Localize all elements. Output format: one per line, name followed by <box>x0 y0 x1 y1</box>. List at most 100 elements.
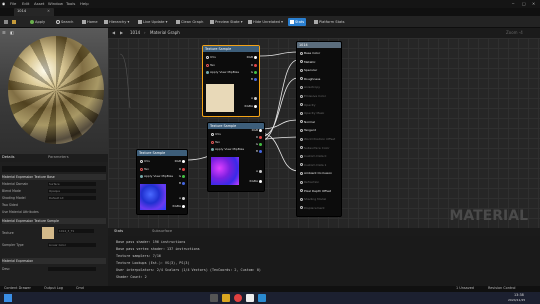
a-out-pin[interactable]: A <box>251 96 257 100</box>
browser-icon[interactable] <box>234 294 242 302</box>
clock-date[interactable]: 2024/11/25 <box>508 298 525 302</box>
clean-graph-button[interactable]: Clean Graph <box>176 18 203 26</box>
hierarchy-button[interactable]: Hierarchy ▾ <box>104 18 129 26</box>
output-log-button[interactable]: Output Log <box>44 286 63 290</box>
material-input-pin[interactable]: Base Color <box>300 51 320 55</box>
material-input-pin[interactable]: Pixel Depth Offset <box>300 189 331 193</box>
b-out-pin[interactable]: B <box>179 181 185 185</box>
material-input-pin[interactable]: Subsurface Color <box>300 146 330 150</box>
material-input-pin[interactable]: Displacement <box>300 206 325 210</box>
search-button[interactable]: Search <box>56 18 73 26</box>
texture-sample-node[interactable]: Texture Sample UVs Tex Apply View MipBia… <box>202 45 260 117</box>
sampler-select[interactable]: Linear Color <box>48 243 96 247</box>
home-button[interactable]: Home <box>82 18 98 26</box>
folder-icon[interactable] <box>222 294 230 302</box>
unreal-logo-icon[interactable]: ◉ <box>2 1 5 6</box>
material-input-pin[interactable]: Normal <box>300 120 315 124</box>
material-output-node[interactable]: 1014 Base Color Metallic Specular Roughn… <box>296 41 342 217</box>
forward-icon[interactable]: ▶ <box>120 30 123 35</box>
desc-field[interactable] <box>48 267 96 271</box>
rgba-out-pin[interactable]: RGBA <box>250 179 262 183</box>
material-input-pin[interactable]: Emissive Color <box>300 94 326 98</box>
mip-pin[interactable]: Apply View MipBias <box>211 147 244 151</box>
material-input-pin[interactable]: Roughness <box>300 77 320 81</box>
details-section-texture[interactable]: Material Expression Texture Sample <box>2 218 106 224</box>
platform-stats-button[interactable]: Platform Stats <box>314 18 344 26</box>
minimize-icon[interactable]: ─ <box>512 1 514 6</box>
menu-help[interactable]: Help <box>80 1 89 6</box>
material-input-pin[interactable]: World Position Offset <box>300 137 335 141</box>
a-out-pin[interactable]: A <box>256 169 262 173</box>
a-out-pin[interactable]: A <box>179 196 185 200</box>
tex-pin[interactable]: Tex <box>206 63 215 67</box>
material-input-pin[interactable]: Opacity Mask <box>300 111 324 115</box>
menu-edit[interactable]: Edit <box>22 1 29 6</box>
details-search-input[interactable] <box>2 166 106 172</box>
hide-unrelated-button[interactable]: Hide Unrelated ▾ <box>248 18 283 26</box>
rgba-out-pin[interactable]: RGBA <box>245 104 257 108</box>
windows-start-icon[interactable] <box>4 294 12 302</box>
unreal-taskbar-icon[interactable] <box>246 294 254 302</box>
graph-asset-name[interactable]: 1014 <box>130 30 140 35</box>
details-row-value[interactable]: Default Lit <box>48 196 96 200</box>
details-section-expression[interactable]: Material Expression Texture Base <box>2 174 106 180</box>
content-drawer-button[interactable]: Content Drawer <box>4 286 31 290</box>
uvs-pin[interactable]: UVs <box>140 159 150 163</box>
tex-pin[interactable]: Tex <box>211 140 220 144</box>
material-input-pin[interactable]: Metallic <box>300 60 316 64</box>
tab-details[interactable]: Details <box>2 155 14 159</box>
menu-tools[interactable]: Tools <box>66 1 75 6</box>
back-icon[interactable]: ◀ <box>112 30 115 35</box>
preview-state-button[interactable]: Preview State ▾ <box>210 18 243 26</box>
texture-thumbnail[interactable] <box>42 227 54 239</box>
r-out-pin[interactable]: R <box>256 135 262 139</box>
r-out-pin[interactable]: R <box>251 63 257 67</box>
save-button[interactable] <box>4 18 9 26</box>
material-input-pin[interactable]: Ambient Occlusion <box>300 171 332 175</box>
uvs-pin[interactable]: UVs <box>206 55 216 59</box>
g-out-pin[interactable]: G <box>179 174 185 178</box>
menu-asset[interactable]: Asset <box>34 1 44 6</box>
b-out-pin[interactable]: B <box>256 149 262 153</box>
g-out-pin[interactable]: G <box>256 142 262 146</box>
material-input-pin[interactable]: Anisotropy <box>300 85 320 89</box>
perspective-icon[interactable]: ◧ <box>10 30 14 35</box>
apply-button[interactable]: Apply <box>30 18 45 26</box>
material-input-pin[interactable]: Custom Data 1 <box>300 163 326 167</box>
revision-control-button[interactable]: Revision Control <box>488 286 516 290</box>
mip-pin[interactable]: Apply View MipBias <box>140 174 173 178</box>
preview-viewport[interactable]: ☰ ◧ <box>0 28 108 154</box>
tab-material[interactable]: 1014 ✕ <box>14 8 54 16</box>
details-row-value[interactable]: Opaque <box>48 189 96 193</box>
material-input-pin[interactable]: Custom Data 0 <box>300 154 326 158</box>
g-out-pin[interactable]: G <box>251 70 257 74</box>
details-section-misc[interactable]: Material Expression <box>2 258 106 264</box>
clock-time[interactable]: 13:38 <box>514 293 524 297</box>
material-input-pin[interactable]: Shading Model <box>300 197 326 201</box>
material-input-pin[interactable]: Opacity <box>300 103 316 107</box>
taskbar-app-icon[interactable] <box>210 294 218 302</box>
rgb-out-pin[interactable]: RGB <box>247 55 257 59</box>
uvs-pin[interactable]: UVs <box>211 132 221 136</box>
viewport-menu-icon[interactable]: ☰ <box>2 30 6 35</box>
tab-parameters[interactable]: Parameters <box>48 155 69 159</box>
r-out-pin[interactable]: R <box>179 167 185 171</box>
stats-button[interactable]: Stats <box>288 18 307 26</box>
browse-button[interactable] <box>12 18 17 26</box>
live-update-button[interactable]: Live Update ▾ <box>138 18 167 26</box>
tab-close-icon[interactable]: ✕ <box>47 9 50 13</box>
material-graph-canvas[interactable]: Texture Sample UVs Tex Apply View MipBia… <box>108 38 540 228</box>
material-input-pin[interactable]: Specular <box>300 68 317 72</box>
mip-pin[interactable]: Apply View MipBias <box>206 70 239 74</box>
tab-subsurface[interactable]: Subsurface <box>152 229 172 233</box>
material-input-pin[interactable]: Refraction <box>300 180 319 184</box>
texture-picker[interactable]: 1014_3_T1 <box>58 229 94 233</box>
menu-window[interactable]: Window <box>48 1 63 6</box>
tex-pin[interactable]: Tex <box>140 167 149 171</box>
texture-sample-node[interactable]: Texture Sample UVs Tex Apply View MipBia… <box>207 122 265 192</box>
menu-file[interactable]: File <box>10 1 16 6</box>
b-out-pin[interactable]: B <box>251 77 257 81</box>
details-row-value[interactable]: Surface <box>48 182 96 186</box>
taskbar-app-icon[interactable] <box>258 294 266 302</box>
material-input-pin[interactable]: Tangent <box>300 128 316 132</box>
